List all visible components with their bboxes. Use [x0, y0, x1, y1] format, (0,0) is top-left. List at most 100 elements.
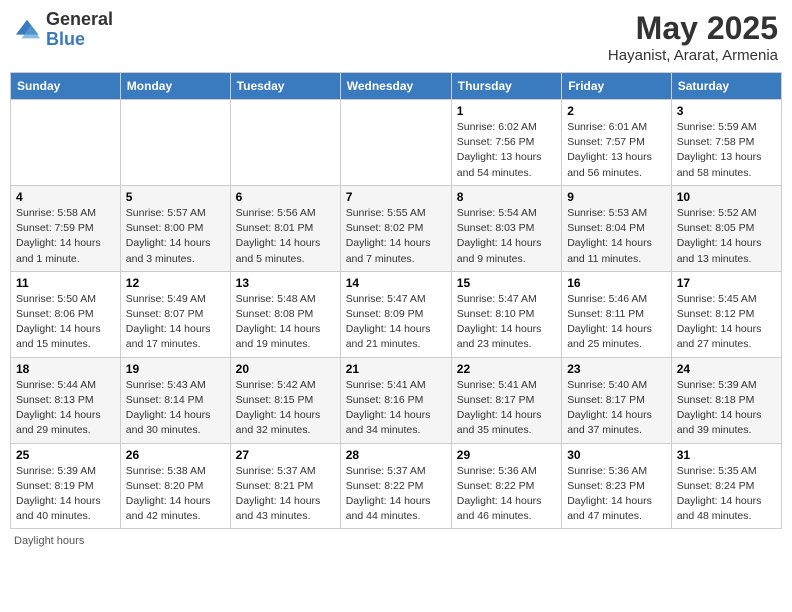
calendar-cell: 19 Sunrise: 5:43 AM Sunset: 8:14 PM Dayli…	[120, 357, 230, 443]
calendar-cell: 4 Sunrise: 5:58 AM Sunset: 7:59 PM Daylig…	[11, 185, 121, 271]
day-info: Sunrise: 5:39 AM Sunset: 8:18 PM Dayligh…	[677, 378, 776, 439]
calendar-cell: 17 Sunrise: 5:45 AM Sunset: 8:12 PM Dayli…	[671, 271, 781, 357]
calendar-cell: 15Sunrise: 5:47 AM Sunset: 8:10 PM Dayli…	[451, 271, 561, 357]
calendar-cell: 8Sunrise: 5:54 AM Sunset: 8:03 PM Daylig…	[451, 185, 561, 271]
day-number: 24	[677, 362, 776, 376]
calendar-cell: 20Sunrise: 5:42 AM Sunset: 8:15 PM Dayli…	[230, 357, 340, 443]
day-info: Sunrise: 5:36 AM Sunset: 8:22 PM Dayligh…	[457, 464, 556, 525]
logo-text: General Blue	[46, 10, 113, 50]
day-of-week-header: Saturday	[671, 73, 781, 100]
calendar-cell: 1Sunrise: 6:02 AM Sunset: 7:56 PM Daylig…	[451, 100, 561, 186]
title-block: May 2025 Hayanist, Ararat, Armenia	[608, 10, 778, 64]
day-number: 14	[346, 276, 446, 290]
day-number: 18	[16, 362, 115, 376]
day-info: Sunrise: 5:49 AM Sunset: 8:07 PM Dayligh…	[126, 292, 225, 353]
day-number: 6	[236, 190, 335, 204]
day-number: 10	[677, 190, 776, 204]
day-info: Sunrise: 5:44 AM Sunset: 8:13 PM Dayligh…	[16, 378, 115, 439]
day-info: Sunrise: 5:40 AM Sunset: 8:17 PM Dayligh…	[567, 378, 666, 439]
day-of-week-header: Monday	[120, 73, 230, 100]
calendar-cell: 14 Sunrise: 5:47 AM Sunset: 8:09 PM Dayli…	[340, 271, 451, 357]
day-number: 11	[16, 276, 115, 290]
day-number: 2	[567, 104, 666, 118]
day-info: Sunrise: 5:59 AM Sunset: 7:58 PM Dayligh…	[677, 120, 776, 181]
calendar-location: Hayanist, Ararat, Armenia	[608, 47, 778, 64]
calendar-cell: 30Sunrise: 5:36 AM Sunset: 8:23 PM Dayli…	[562, 443, 672, 529]
day-number: 1	[457, 104, 556, 118]
page-header: General Blue May 2025 Hayanist, Ararat, …	[10, 10, 782, 64]
calendar-table: SundayMondayTuesdayWednesdayThursdayFrid…	[10, 72, 782, 529]
calendar-cell: 13Sunrise: 5:48 AM Sunset: 8:08 PM Dayli…	[230, 271, 340, 357]
logo-icon	[14, 16, 42, 44]
calendar-cell: 23 Sunrise: 5:40 AM Sunset: 8:17 PM Dayli…	[562, 357, 672, 443]
day-info: Sunrise: 5:58 AM Sunset: 7:59 PM Dayligh…	[16, 206, 115, 267]
calendar-cell: 28Sunrise: 5:37 AM Sunset: 8:22 PM Dayli…	[340, 443, 451, 529]
logo-blue-text: Blue	[46, 29, 85, 49]
day-info: Sunrise: 5:50 AM Sunset: 8:06 PM Dayligh…	[16, 292, 115, 353]
calendar-week-row: 1Sunrise: 6:02 AM Sunset: 7:56 PM Daylig…	[11, 100, 782, 186]
day-of-week-header: Thursday	[451, 73, 561, 100]
day-number: 12	[126, 276, 225, 290]
calendar-cell: 7 Sunrise: 5:55 AM Sunset: 8:02 PM Daylig…	[340, 185, 451, 271]
calendar-cell: 22 Sunrise: 5:41 AM Sunset: 8:17 PM Dayli…	[451, 357, 561, 443]
calendar-cell: 24 Sunrise: 5:39 AM Sunset: 8:18 PM Dayli…	[671, 357, 781, 443]
day-info: Sunrise: 5:43 AM Sunset: 8:14 PM Dayligh…	[126, 378, 225, 439]
day-number: 5	[126, 190, 225, 204]
logo-general-text: General	[46, 9, 113, 29]
calendar-cell	[11, 100, 121, 186]
day-info: Sunrise: 5:47 AM Sunset: 8:09 PM Dayligh…	[346, 292, 446, 353]
day-info: Sunrise: 5:37 AM Sunset: 8:22 PM Dayligh…	[346, 464, 446, 525]
day-number: 17	[677, 276, 776, 290]
day-info: Sunrise: 5:57 AM Sunset: 8:00 PM Dayligh…	[126, 206, 225, 267]
calendar-cell: 31Sunrise: 5:35 AM Sunset: 8:24 PM Dayli…	[671, 443, 781, 529]
day-number: 7	[346, 190, 446, 204]
day-info: Sunrise: 5:56 AM Sunset: 8:01 PM Dayligh…	[236, 206, 335, 267]
day-number: 3	[677, 104, 776, 118]
day-info: Sunrise: 5:37 AM Sunset: 8:21 PM Dayligh…	[236, 464, 335, 525]
day-info: Sunrise: 5:41 AM Sunset: 8:17 PM Dayligh…	[457, 378, 556, 439]
calendar-cell: 25Sunrise: 5:39 AM Sunset: 8:19 PM Dayli…	[11, 443, 121, 529]
day-number: 19	[126, 362, 225, 376]
calendar-title: May 2025	[608, 10, 778, 47]
calendar-week-row: 11 Sunrise: 5:50 AM Sunset: 8:06 PM Dayli…	[11, 271, 782, 357]
day-info: Sunrise: 5:42 AM Sunset: 8:15 PM Dayligh…	[236, 378, 335, 439]
calendar-cell: 3 Sunrise: 5:59 AM Sunset: 7:58 PM Daylig…	[671, 100, 781, 186]
calendar-footer: Daylight hours	[10, 535, 782, 547]
logo: General Blue	[14, 10, 113, 50]
daylight-label: Daylight hours	[14, 535, 84, 547]
day-of-week-header: Tuesday	[230, 73, 340, 100]
day-number: 25	[16, 448, 115, 462]
day-info: Sunrise: 5:45 AM Sunset: 8:12 PM Dayligh…	[677, 292, 776, 353]
calendar-cell: 2Sunrise: 6:01 AM Sunset: 7:57 PM Daylig…	[562, 100, 672, 186]
calendar-cell: 18 Sunrise: 5:44 AM Sunset: 8:13 PM Dayli…	[11, 357, 121, 443]
calendar-week-row: 18 Sunrise: 5:44 AM Sunset: 8:13 PM Dayli…	[11, 357, 782, 443]
day-info: Sunrise: 5:46 AM Sunset: 8:11 PM Dayligh…	[567, 292, 666, 353]
day-info: Sunrise: 5:48 AM Sunset: 8:08 PM Dayligh…	[236, 292, 335, 353]
day-of-week-header: Friday	[562, 73, 672, 100]
calendar-cell: 26 Sunrise: 5:38 AM Sunset: 8:20 PM Dayli…	[120, 443, 230, 529]
day-number: 29	[457, 448, 556, 462]
day-info: Sunrise: 5:55 AM Sunset: 8:02 PM Dayligh…	[346, 206, 446, 267]
day-number: 21	[346, 362, 446, 376]
calendar-cell: 16 Sunrise: 5:46 AM Sunset: 8:11 PM Dayli…	[562, 271, 672, 357]
day-number: 4	[16, 190, 115, 204]
day-number: 27	[236, 448, 335, 462]
day-number: 16	[567, 276, 666, 290]
calendar-week-row: 4 Sunrise: 5:58 AM Sunset: 7:59 PM Daylig…	[11, 185, 782, 271]
calendar-cell	[340, 100, 451, 186]
day-number: 26	[126, 448, 225, 462]
day-info: Sunrise: 5:47 AM Sunset: 8:10 PM Dayligh…	[457, 292, 556, 353]
day-info: Sunrise: 5:54 AM Sunset: 8:03 PM Dayligh…	[457, 206, 556, 267]
day-of-week-header: Wednesday	[340, 73, 451, 100]
calendar-cell: 27 Sunrise: 5:37 AM Sunset: 8:21 PM Dayli…	[230, 443, 340, 529]
day-info: Sunrise: 5:52 AM Sunset: 8:05 PM Dayligh…	[677, 206, 776, 267]
day-info: Sunrise: 5:53 AM Sunset: 8:04 PM Dayligh…	[567, 206, 666, 267]
day-info: Sunrise: 5:35 AM Sunset: 8:24 PM Dayligh…	[677, 464, 776, 525]
calendar-week-row: 25Sunrise: 5:39 AM Sunset: 8:19 PM Dayli…	[11, 443, 782, 529]
day-info: Sunrise: 5:38 AM Sunset: 8:20 PM Dayligh…	[126, 464, 225, 525]
calendar-cell: 6 Sunrise: 5:56 AM Sunset: 8:01 PM Daylig…	[230, 185, 340, 271]
day-number: 9	[567, 190, 666, 204]
day-number: 23	[567, 362, 666, 376]
day-number: 22	[457, 362, 556, 376]
calendar-cell: 10 Sunrise: 5:52 AM Sunset: 8:05 PM Dayli…	[671, 185, 781, 271]
